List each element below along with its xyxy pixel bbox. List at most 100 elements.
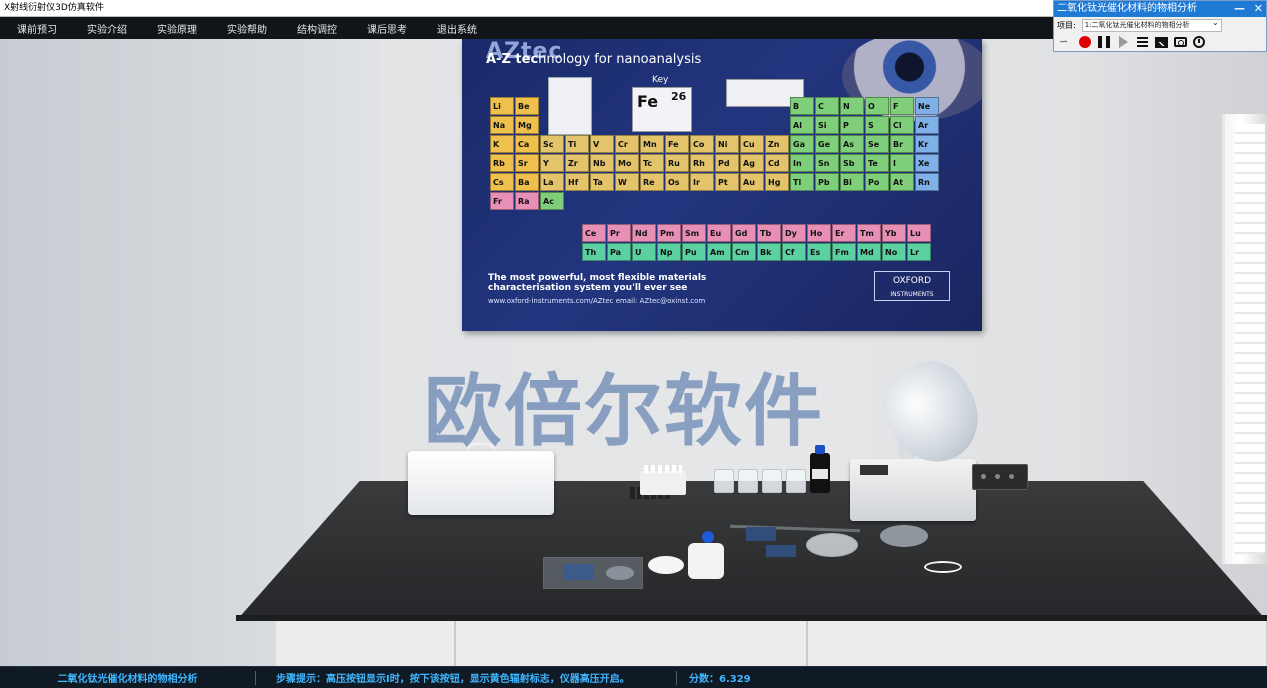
glass-sample-plate[interactable] — [543, 557, 643, 589]
element-cell: Tm — [857, 224, 881, 242]
element-cell: V — [590, 135, 614, 153]
lab-desk-cabinet — [276, 621, 1266, 666]
element-cell: Bk — [757, 243, 781, 261]
element-cell: Au — [740, 173, 764, 191]
beaker-2[interactable] — [738, 469, 758, 493]
3d-lab-scene[interactable]: AZtec A-Z technology for nanoanalysis Ke… — [0, 39, 1267, 666]
glass-slide-2[interactable] — [766, 545, 796, 557]
swirl-icon[interactable]: ∽ — [1057, 34, 1075, 50]
element-cell: Fr — [490, 192, 514, 210]
element-cell: No — [882, 243, 906, 261]
menu-item-principle[interactable]: 实验原理 — [140, 21, 210, 36]
element-cell: In — [790, 154, 814, 172]
element-cell: Pd — [715, 154, 739, 172]
element-cell: Br — [890, 135, 914, 153]
menu-item-review[interactable]: 课后思考 — [350, 21, 420, 36]
element-cell: Na — [490, 116, 514, 134]
status-experiment-name: 二氧化钛光催化材料的物相分析 — [57, 674, 198, 685]
element-cell: C — [815, 97, 839, 115]
element-cell: Co — [690, 135, 714, 153]
element-cell: Ag — [740, 154, 764, 172]
menu-item-intro[interactable]: 实验介绍 — [70, 21, 140, 36]
reagent-bottle[interactable] — [810, 445, 830, 493]
poster-tagline: A-Z technology for nanoanalysis — [486, 52, 702, 67]
element-cell: I — [890, 154, 914, 172]
element-cell: La — [540, 173, 564, 191]
petri-dish[interactable] — [806, 533, 858, 557]
periodic-table: Li Be B C N O F Ne Na Mg Al Si P S Cl Ar K Ca Sc Ti V Cr Mn Fe C… — [490, 97, 940, 261]
element-cell: Hf — [565, 173, 589, 191]
close-icon[interactable]: ✕ — [1254, 2, 1263, 15]
play-icon[interactable] — [1114, 34, 1132, 50]
element-cell: Sn — [815, 154, 839, 172]
mortar[interactable] — [880, 525, 928, 547]
sample-box[interactable] — [408, 451, 554, 515]
status-divider — [255, 670, 256, 685]
element-cell: Es — [807, 243, 831, 261]
window-title: X射线衍射仪3D仿真软件 — [4, 3, 104, 13]
camera-icon[interactable] — [1171, 34, 1189, 50]
element-cell: Po — [865, 173, 889, 191]
element-cell: S — [865, 116, 889, 134]
glass-slide-1[interactable] — [746, 527, 776, 541]
element-cell: O — [865, 97, 889, 115]
element-cell: Pu — [682, 243, 706, 261]
element-cell: Am — [707, 243, 731, 261]
element-cell: Rn — [915, 173, 939, 191]
beaker-3[interactable] — [762, 469, 782, 493]
element-cell: Ga — [790, 135, 814, 153]
project-select[interactable]: 1:二氧化钛光催化材料的物相分析 — [1081, 19, 1222, 32]
element-cell: Lr — [907, 243, 931, 261]
beaker-4[interactable] — [786, 469, 806, 493]
element-cell: K — [490, 135, 514, 153]
ring-washers[interactable] — [924, 561, 962, 573]
element-cell: Tb — [757, 224, 781, 242]
element-cell: F — [890, 97, 914, 115]
element-cell: Mn — [640, 135, 664, 153]
record-icon[interactable] — [1076, 34, 1094, 50]
element-cell: Cr — [615, 135, 639, 153]
control-panel: 二氧化钛光催化材料的物相分析 — ✕ 项目: 1:二氧化钛光催化材料的物相分析 … — [1053, 0, 1267, 52]
lab-desk-top — [236, 481, 1267, 621]
menu-item-structure[interactable]: 结构调控 — [280, 21, 350, 36]
pause-icon[interactable] — [1095, 34, 1113, 50]
element-cell: Sc — [540, 135, 564, 153]
element-cell: N — [840, 97, 864, 115]
element-cell: Rh — [690, 154, 714, 172]
poster-key-title: Key — [652, 75, 669, 85]
element-cell: Ar — [915, 116, 939, 134]
element-cell: At — [890, 173, 914, 191]
element-cell: Pm — [657, 224, 681, 242]
element-cell: Be — [515, 97, 539, 115]
sample-holder[interactable] — [648, 556, 684, 574]
menu-item-preview[interactable]: 课前预习 — [0, 21, 70, 36]
element-cell: Bi — [840, 173, 864, 191]
project-label: 项目: — [1057, 21, 1076, 30]
minimize-icon[interactable]: — — [1234, 2, 1245, 15]
element-cell: Si — [815, 116, 839, 134]
element-cell: Zr — [565, 154, 589, 172]
element-cell: Gd — [732, 224, 756, 242]
beaker-1[interactable] — [714, 469, 734, 493]
element-cell: Ta — [590, 173, 614, 191]
element-cell: Al — [790, 116, 814, 134]
menu-bar: 课前预习 实验介绍 实验原理 实验帮助 结构调控 课后思考 退出系统 — [0, 17, 1055, 39]
menu-icon[interactable] — [1133, 34, 1151, 50]
element-cell: Cf — [782, 243, 806, 261]
image-icon[interactable] — [1152, 34, 1170, 50]
control-box[interactable] — [972, 464, 1028, 490]
element-cell: Re — [640, 173, 664, 191]
element-cell: Sm — [682, 224, 706, 242]
status-step-hint: 步骤提示：高压按钮显示Ⅰ时，按下该按钮，显示黄色辐射标志，仪器高压开启。 — [276, 674, 630, 685]
menu-item-help[interactable]: 实验帮助 — [210, 21, 280, 36]
element-cell: Lu — [907, 224, 931, 242]
panel-title-bar[interactable]: 二氧化钛光催化材料的物相分析 — ✕ — [1054, 1, 1266, 17]
menu-item-exit[interactable]: 退出系统 — [420, 21, 490, 36]
project-row: 项目: 1:二氧化钛光催化材料的物相分析 — [1054, 18, 1266, 33]
element-cell: Nb — [590, 154, 614, 172]
element-cell: Mg — [515, 116, 539, 134]
grinding-device[interactable] — [688, 531, 724, 579]
clock-icon[interactable] — [1190, 34, 1208, 50]
test-tube-rack[interactable] — [640, 465, 686, 495]
element-cell: Ho — [807, 224, 831, 242]
